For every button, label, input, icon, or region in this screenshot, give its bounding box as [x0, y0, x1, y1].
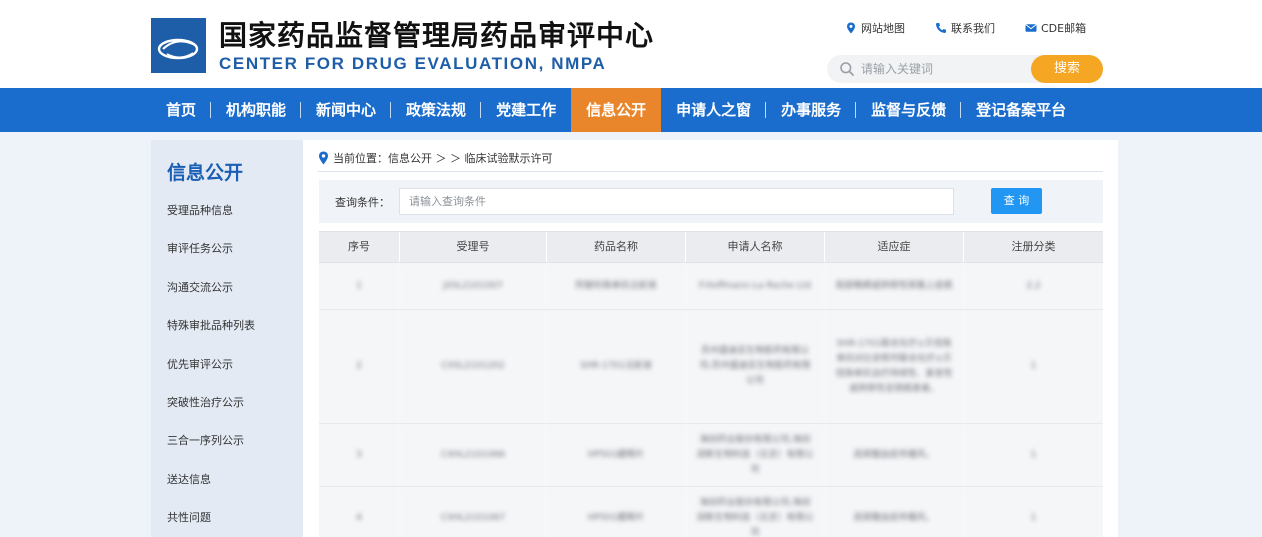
- sidebar-list: 受理品种信息 审评任务公示 沟通交流公示 特殊审批品种列表 优先审评公示 突破性…: [167, 200, 255, 537]
- nav-registration-platform[interactable]: 登记备案平台: [961, 88, 1081, 132]
- cell-acceptance-no: CXSL2101202: [400, 310, 547, 423]
- cell-drug-name: SHR-1701注射液: [547, 310, 686, 423]
- header-applicant: 申请人名称: [686, 232, 825, 262]
- sidebar-item-communication[interactable]: 沟通交流公示: [167, 277, 255, 315]
- mail-label: CDE邮箱: [1041, 22, 1087, 35]
- cell-applicant: 海创药业股份有限公司;海创润新生物科技（北京）有限公司: [686, 424, 825, 486]
- nav-feedback[interactable]: 监督与反馈: [856, 88, 962, 132]
- table-row[interactable]: 2 CXSL2101202 SHR-1701注射液 苏州盛迪亚生物医药有限公司;…: [319, 310, 1103, 424]
- table-row[interactable]: 4 CXHL2101067 HP501缓释片 海创药业股份有限公司;海创润新生物…: [319, 487, 1103, 537]
- nav-info-disclosure[interactable]: 信息公开: [571, 88, 662, 132]
- top-links: 网站地图 联系我们 CDE邮箱: [845, 20, 1086, 36]
- map-pin-icon: [847, 22, 855, 34]
- sidebar-item-delivery[interactable]: 送达信息: [167, 469, 255, 507]
- site-search: 搜索: [827, 55, 1103, 83]
- sidebar-item-special-approval[interactable]: 特殊审批品种列表: [167, 315, 255, 353]
- header-acceptance-no: 受理号: [400, 232, 547, 262]
- sitemap-label: 网站地图: [861, 22, 905, 35]
- header-index: 序号: [319, 232, 400, 262]
- cell-indication: 局部晚期或转移性尿路上皮癌: [825, 263, 964, 309]
- sidebar-item-priority-review[interactable]: 优先审评公示: [167, 354, 255, 392]
- nav-applicant-window[interactable]: 申请人之窗: [661, 88, 767, 132]
- sidebar-item-three-in-one[interactable]: 三合一序列公示: [167, 430, 255, 468]
- header-indication: 适应症: [825, 232, 964, 262]
- contact-label: 联系我们: [951, 22, 995, 35]
- cde-logo[interactable]: [151, 18, 206, 73]
- search-icon: [840, 62, 854, 76]
- site-subtitle: CENTER FOR DRUG EVALUATION, NMPA: [219, 54, 607, 73]
- cell-indication: SHR-1701联合化疗±贝伐珠单抗对比安慰剂联合化疗±贝伐珠单抗治疗持续性、复…: [825, 310, 964, 423]
- cell-applicant: 苏州盛迪亚生物医药有限公司;苏州盛迪亚生物医药有限公司: [686, 310, 825, 423]
- search-button[interactable]: 搜索: [1031, 55, 1103, 83]
- cell-applicant: F.Hoffmann-La Roche Ltd: [686, 263, 825, 309]
- breadcrumb-divider: [318, 171, 1103, 172]
- header-registration-class: 注册分类: [1011, 240, 1056, 253]
- nav-news[interactable]: 新闻中心: [301, 88, 392, 132]
- breadcrumb-prefix: 当前位置：: [333, 152, 388, 165]
- nav-services[interactable]: 办事服务: [766, 88, 857, 132]
- nav-party[interactable]: 党建工作: [481, 88, 571, 132]
- site-header: 国家药品监督管理局药品审评中心 CENTER FOR DRUG EVALUATI…: [0, 0, 1262, 88]
- sidebar-title: 信息公开: [167, 162, 244, 184]
- query-label: 查询条件：: [335, 196, 390, 209]
- breadcrumb-path[interactable]: 信息公开 ＞ ＞ 临床试验默示许可: [388, 150, 553, 166]
- mail-link[interactable]: CDE邮箱: [1025, 20, 1086, 36]
- cell-acceptance-no: JXSL2101007: [400, 263, 547, 309]
- cell-drug-name: 阿替利珠单抗注射液: [547, 263, 686, 309]
- sidebar-item-accepted-varieties[interactable]: 受理品种信息: [167, 200, 255, 238]
- nav-policies[interactable]: 政策法规: [391, 88, 482, 132]
- cell-indication: 高尿酸血症伴痛风。: [825, 424, 964, 486]
- cell-index: 1: [319, 263, 400, 309]
- contact-link[interactable]: 联系我们: [935, 20, 995, 36]
- header-drug-name: 药品名称: [547, 232, 686, 262]
- cell-registration-class: 1: [1030, 512, 1037, 523]
- sidebar-item-common-issues[interactable]: 共性问题: [167, 507, 255, 537]
- table-row[interactable]: 1 JXSL2101007 阿替利珠单抗注射液 F.Hoffmann-La Ro…: [319, 263, 1103, 310]
- main-nav: 首页 机构职能 新闻中心 政策法规 党建工作 信息公开 申请人之窗 办事服务 监…: [0, 88, 1262, 132]
- cell-applicant: 海创药业股份有限公司;海创润新生物科技（北京）有限公司: [686, 487, 825, 537]
- site-title: 国家药品监督管理局药品审评中心: [219, 19, 655, 52]
- phone-icon: [936, 23, 946, 33]
- cell-index: 3: [319, 424, 400, 486]
- sidebar-item-breakthrough[interactable]: 突破性治疗公示: [167, 392, 255, 430]
- cell-index: 2: [319, 310, 400, 423]
- main-content: 当前位置： 信息公开 ＞ ＞ 临床试验默示许可 查询条件： 查 询 序号 受理号…: [303, 140, 1118, 537]
- sitemap-link[interactable]: 网站地图: [845, 20, 905, 36]
- cell-index: 4: [319, 487, 400, 537]
- location-pin-icon: [319, 151, 328, 165]
- query-input[interactable]: [399, 188, 954, 215]
- query-bar: 查询条件： 查 询: [319, 180, 1103, 223]
- nav-functions[interactable]: 机构职能: [211, 88, 302, 132]
- cell-drug-name: HP501缓释片: [547, 424, 686, 486]
- cell-registration-class: 2.2: [1026, 280, 1041, 291]
- query-button[interactable]: 查 询: [991, 188, 1042, 214]
- cell-registration-class: 1: [1030, 449, 1037, 460]
- search-input[interactable]: [861, 59, 1021, 79]
- table-row[interactable]: 3 CXHL2101066 HP501缓释片 海创药业股份有限公司;海创润新生物…: [319, 424, 1103, 487]
- sidebar: 信息公开 受理品种信息 审评任务公示 沟通交流公示 特殊审批品种列表 优先审评公…: [151, 140, 303, 537]
- cell-indication: 高尿酸血症伴痛风。: [825, 487, 964, 537]
- cell-acceptance-no: CXHL2101066: [400, 424, 547, 486]
- cell-registration-class: 1: [1030, 361, 1037, 371]
- mail-icon: [1025, 24, 1037, 32]
- cell-drug-name: HP501缓释片: [547, 487, 686, 537]
- cell-acceptance-no: CXHL2101067: [400, 487, 547, 537]
- breadcrumb: 当前位置： 信息公开 ＞ ＞ 临床试验默示许可: [318, 150, 553, 166]
- nav-home[interactable]: 首页: [151, 88, 212, 132]
- sidebar-item-review-tasks[interactable]: 审评任务公示: [167, 238, 255, 276]
- results-table: 序号 受理号 药品名称 申请人名称 适应症 注册分类 1 JXSL2101007…: [319, 231, 1103, 537]
- table-header: 序号 受理号 药品名称 申请人名称 适应症 注册分类: [319, 231, 1103, 263]
